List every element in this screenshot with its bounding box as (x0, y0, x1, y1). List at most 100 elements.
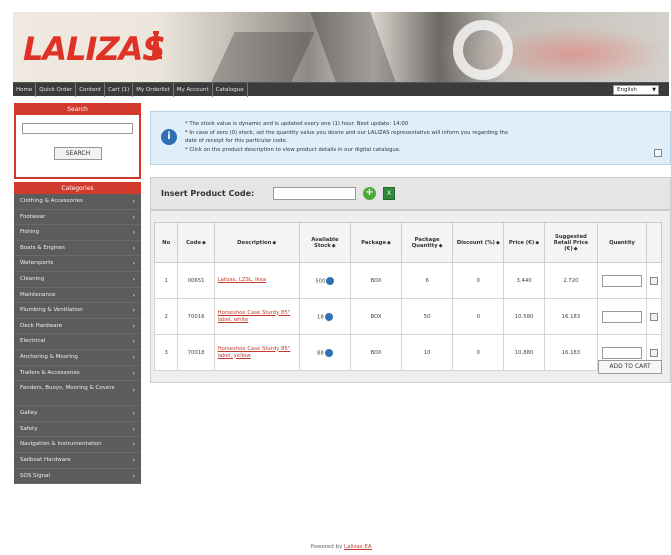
table-row: 3 70018 Horseshoe Case Sturdy 85" label,… (153, 334, 662, 371)
row-checkbox[interactable] (650, 312, 659, 321)
info-line: date of receipt for this particular code… (185, 138, 288, 144)
col-discount[interactable]: Discount (%)◆ (452, 222, 505, 263)
search-input[interactable] (22, 123, 133, 134)
product-code-bar: Insert Product Code: + X (150, 177, 671, 210)
category-item[interactable]: Boats & Engines › (14, 241, 141, 257)
sort-icon: ◆ (535, 239, 540, 246)
footer-prefix: Powered by (310, 544, 343, 550)
category-item[interactable]: SOS Signal › (14, 469, 141, 485)
category-item[interactable]: Fishing › (14, 225, 141, 241)
category-item[interactable]: Deck Hardware › (14, 319, 141, 335)
add-code-icon[interactable]: + (363, 187, 376, 200)
sort-icon: ◆ (272, 239, 277, 246)
category-item[interactable]: Clothing & Accessories › (14, 194, 141, 210)
footer-link[interactable]: Lalizas EA (344, 544, 372, 550)
col-package[interactable]: Package◆ (349, 222, 403, 263)
language-select[interactable]: English ▼ (613, 85, 659, 95)
chevron-down-icon: ▼ (652, 87, 656, 93)
category-item[interactable]: Galley › (14, 406, 141, 422)
chevron-right-icon: › (132, 307, 135, 315)
col-retail-price[interactable]: Suggested Retail Price (€)◆ (543, 222, 599, 263)
nav-home[interactable]: Home (13, 83, 37, 97)
col-description[interactable]: Description◆ (213, 222, 300, 263)
sort-icon: ◆ (495, 239, 500, 246)
lighthouse-logo-icon (150, 31, 162, 59)
info-icon: i (161, 129, 177, 145)
chevron-right-icon: › (132, 425, 135, 433)
sort-icon: ◆ (573, 245, 578, 252)
col-select (646, 222, 662, 263)
nav-my-orderlist[interactable]: My Orderlist (133, 83, 174, 97)
quantity-input[interactable] (602, 274, 643, 287)
brand-logo[interactable]: LALIZAS (23, 30, 165, 68)
search-panel: Search SEARCH (14, 103, 141, 179)
category-item[interactable]: Anchoring & Mooring › (14, 350, 141, 366)
categories-panel: Categories Clothing & Accessories › Footw… (14, 182, 141, 485)
lifebuoy-graphic (453, 20, 513, 80)
chevron-right-icon: › (132, 260, 135, 268)
stock-info-icon[interactable] (324, 348, 333, 357)
category-item[interactable]: Sailboat Hardware › (14, 453, 141, 469)
close-icon[interactable] (654, 149, 662, 157)
product-code-input[interactable] (273, 187, 356, 200)
chevron-right-icon: › (132, 353, 135, 361)
category-item[interactable]: Plumbing & Ventilation › (14, 303, 141, 319)
nav-content[interactable]: Content (76, 83, 106, 97)
col-price[interactable]: Price (€)◆ (503, 222, 545, 263)
table-header-row: No Code◆ Description◆ Available Stock◆ P… (153, 222, 662, 263)
chevron-right-icon: › (132, 322, 135, 330)
category-item[interactable]: Footwear › (14, 210, 141, 226)
chevron-right-icon: › (132, 456, 135, 464)
nav-catalogue[interactable]: Catalogue (213, 83, 248, 97)
main-navbar: Home Quick Order Content Cart (1) My Ord… (13, 82, 669, 97)
search-title: Search (16, 105, 139, 115)
category-item[interactable]: Maintenance › (14, 288, 141, 304)
quantity-input[interactable] (602, 346, 643, 359)
col-quantity: Quantity (597, 222, 648, 263)
chevron-right-icon: › (132, 291, 135, 299)
page: LALIZAS Home Quick Order Content Cart (1… (13, 12, 671, 553)
chevron-right-icon: › (132, 472, 135, 480)
chevron-right-icon: › (132, 229, 135, 237)
stock-info-icon[interactable] (326, 276, 335, 285)
product-description-link[interactable]: Horseshoe Case Sturdy 85" label, yellow (215, 346, 299, 360)
col-code[interactable]: Code◆ (177, 222, 215, 263)
category-item[interactable]: Fenders, Buoys, Mooring & Covers › (14, 381, 141, 407)
col-package-qty[interactable]: Package Quantity◆ (401, 222, 454, 263)
excel-import-icon[interactable]: X (383, 187, 395, 200)
category-item[interactable]: Cleaning › (14, 272, 141, 288)
category-item[interactable]: Electrical › (14, 334, 141, 350)
product-description-link[interactable]: Horseshoe Case Sturdy 85" label, white (215, 310, 299, 324)
add-to-cart-button[interactable]: ADD TO CART (598, 360, 662, 374)
product-description-link[interactable]: Lalizas, LZSL, Ikea (215, 277, 299, 284)
chevron-right-icon: › (132, 244, 135, 252)
categories-title: Categories (14, 184, 141, 194)
category-item[interactable]: Trailers & Accessories › (14, 366, 141, 382)
category-item[interactable]: Safety › (14, 422, 141, 438)
row-checkbox[interactable] (650, 276, 659, 285)
row-checkbox[interactable] (650, 348, 659, 357)
stock-info-notice: i * The stock value is dynamic and is up… (150, 111, 671, 165)
sort-icon: ◆ (438, 242, 443, 249)
chevron-right-icon: › (132, 275, 135, 283)
nav-cart[interactable]: Cart (1) (105, 83, 134, 97)
chevron-right-icon: › (132, 410, 135, 418)
chevron-right-icon: › (132, 338, 135, 346)
info-line: * In case of zero (0) stock, set the qua… (185, 130, 509, 136)
nav-my-account[interactable]: My Account (174, 83, 213, 97)
category-item[interactable]: Watersports › (14, 256, 141, 272)
chevron-right-icon: › (132, 213, 135, 221)
search-button[interactable]: SEARCH (54, 147, 102, 160)
col-no: No (153, 222, 179, 263)
category-item[interactable]: Navigation & Instrumentation › (14, 437, 141, 453)
chevron-right-icon: › (132, 198, 135, 205)
nav-quick-order[interactable]: Quick Order (36, 83, 77, 97)
col-stock[interactable]: Available Stock◆ (298, 222, 351, 263)
quantity-input[interactable] (602, 310, 643, 323)
stock-info-icon[interactable] (324, 312, 333, 321)
language-value: English (617, 87, 637, 93)
chevron-right-icon: › (132, 369, 135, 377)
chevron-right-icon: › (132, 441, 135, 449)
sort-icon: ◆ (387, 239, 391, 246)
footer: Powered by Lalizas EA (13, 544, 669, 550)
